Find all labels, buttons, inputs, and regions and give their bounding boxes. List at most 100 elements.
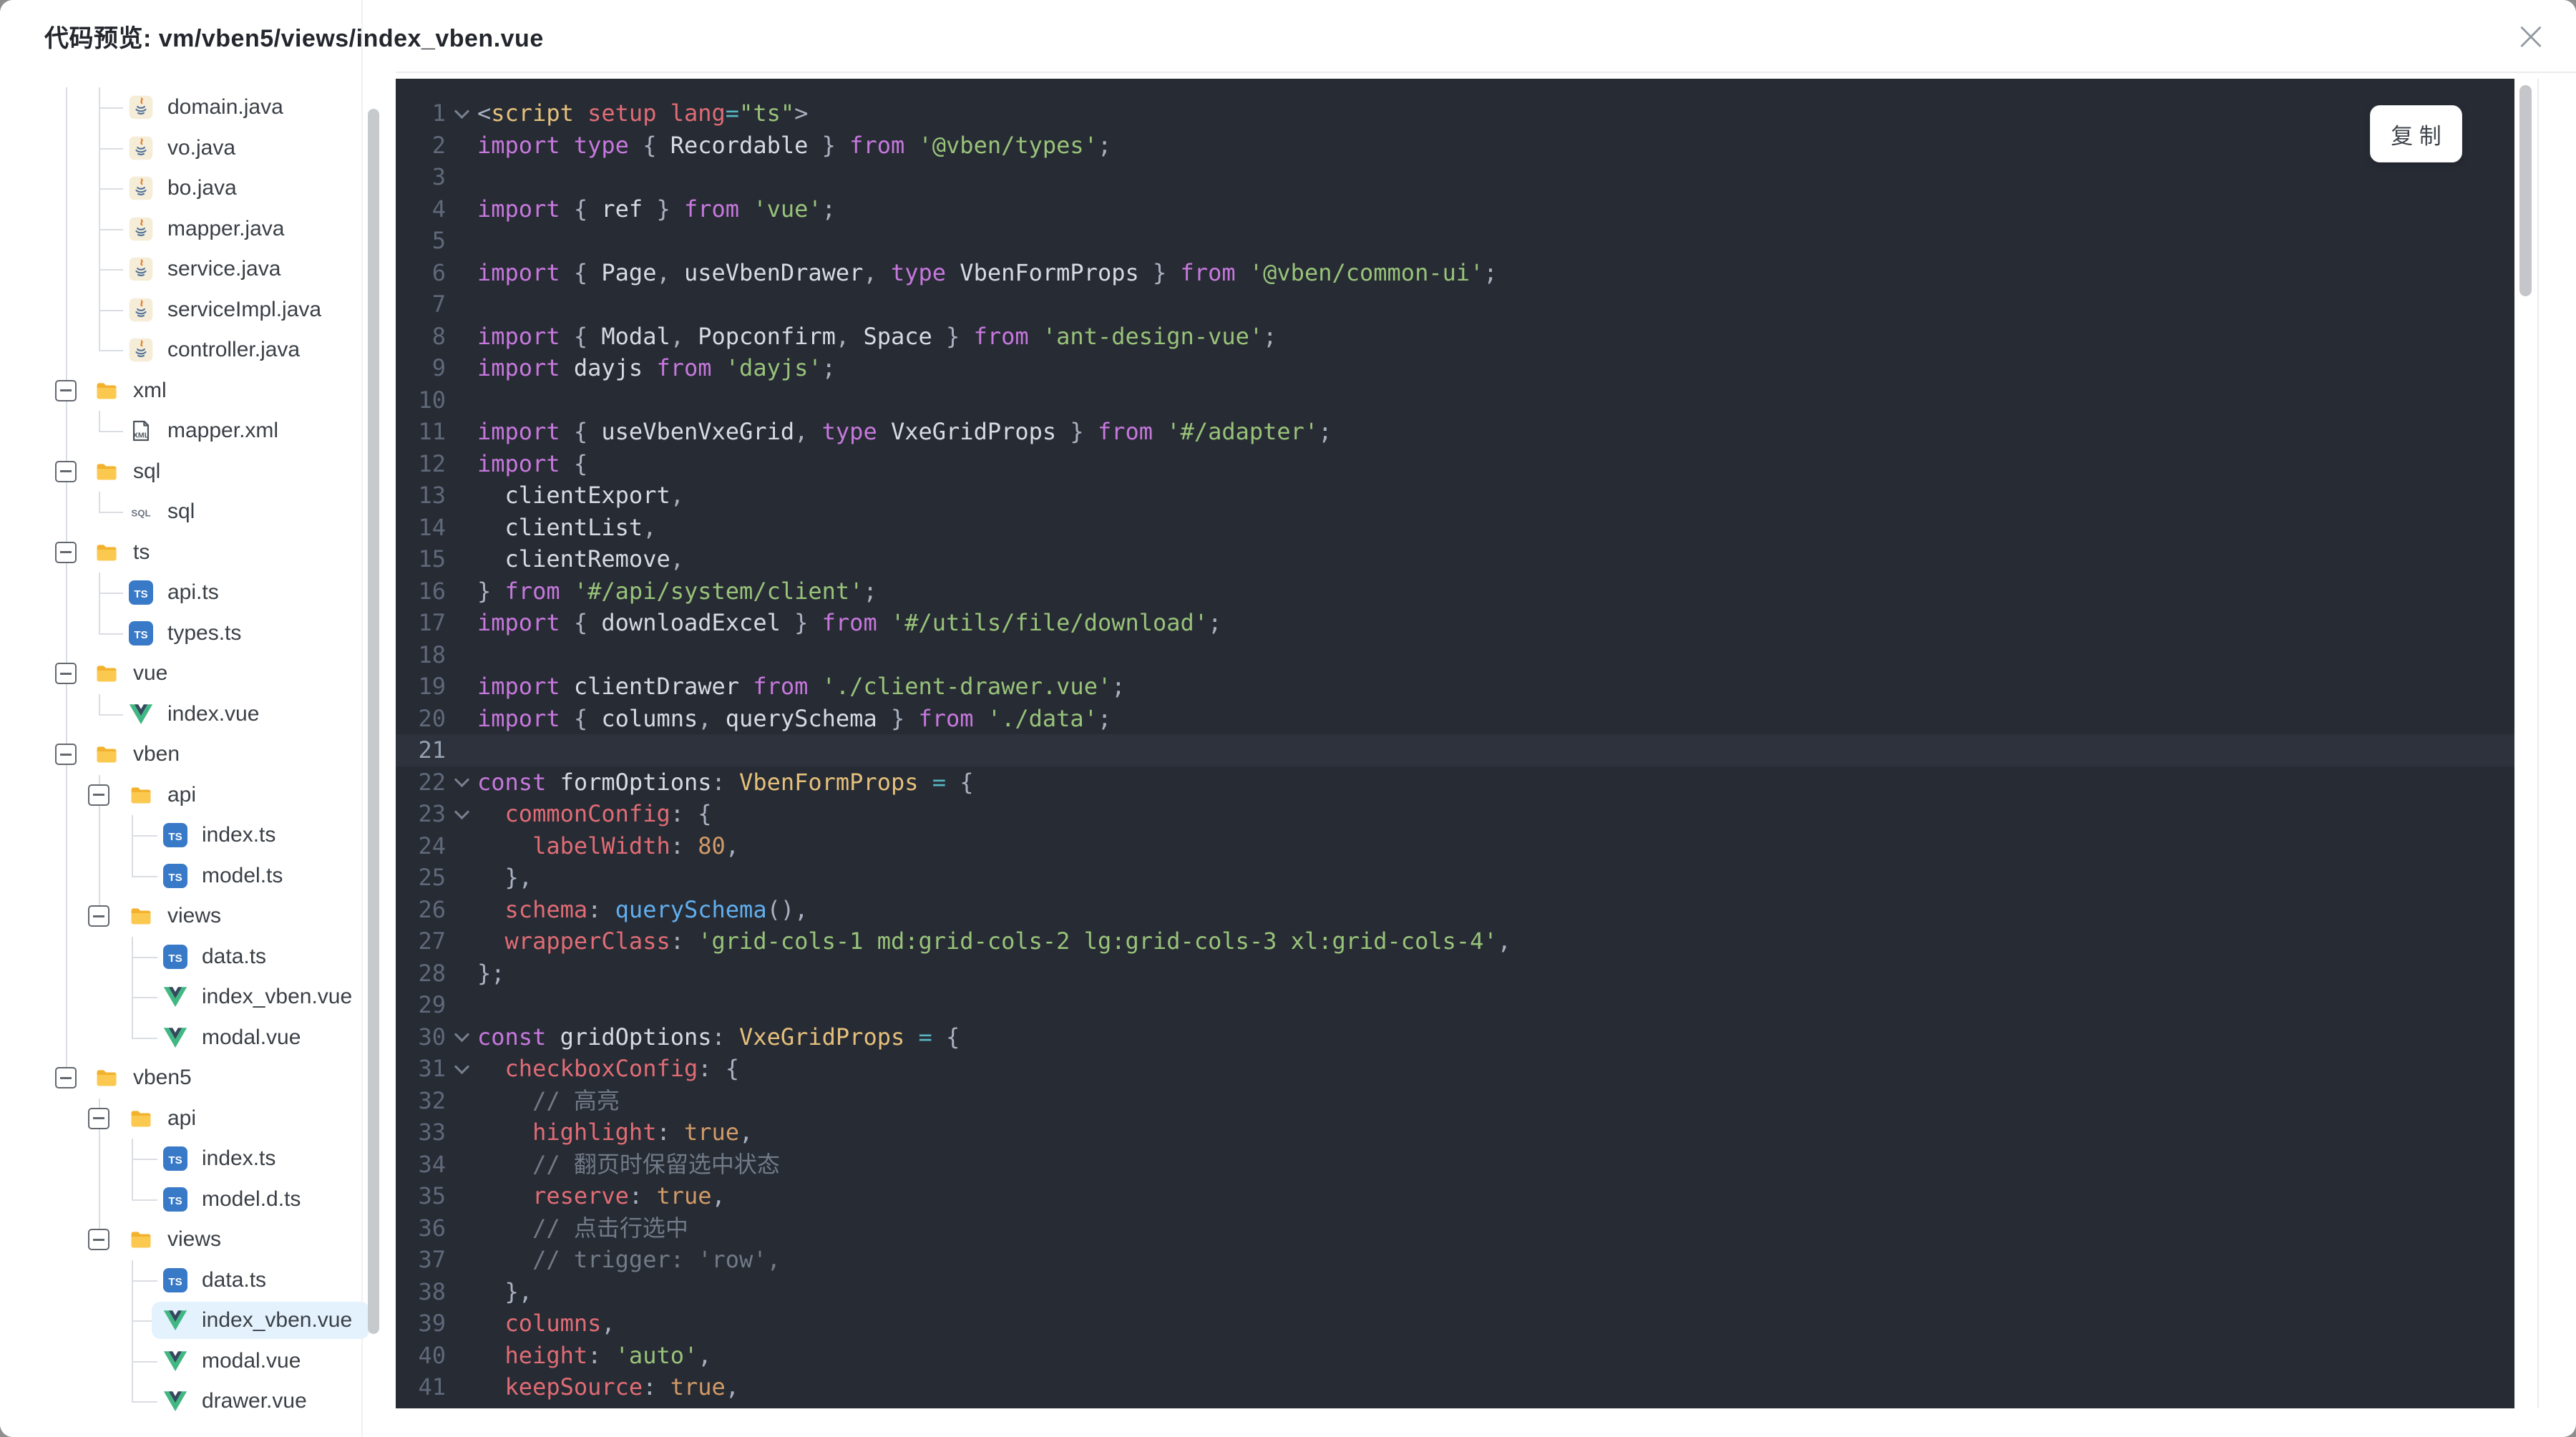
tree-item-xml[interactable]: xml — [83, 372, 184, 409]
code-line[interactable]: 41 keepSource: true, — [396, 1371, 2514, 1403]
tree-item-views[interactable]: views — [117, 897, 238, 935]
tree-item-modal.vue[interactable]: modal.vue — [152, 1019, 318, 1056]
tree-item-types.ts[interactable]: TS types.ts — [117, 615, 258, 652]
code-line[interactable]: 29 — [396, 989, 2514, 1021]
code-line[interactable]: 20 import { columns, querySchema } from '… — [396, 703, 2514, 735]
code-line[interactable]: 11 import { useVbenVxeGrid, type VxeGridP… — [396, 416, 2514, 448]
code-line[interactable]: 15 clientRemove, — [396, 543, 2514, 575]
folder-icon — [94, 1066, 119, 1090]
tree-item-index.ts[interactable]: TS index.ts — [152, 1140, 293, 1177]
tree-item-api[interactable]: api — [117, 1100, 213, 1137]
code-line[interactable]: 39 columns, — [396, 1307, 2514, 1340]
tree-item-vue[interactable]: vue — [83, 655, 185, 692]
code-line[interactable]: 1 <script setup lang="ts"> — [396, 97, 2514, 130]
tree-item-api[interactable]: api — [117, 776, 213, 814]
code-line[interactable]: 5 — [396, 225, 2514, 257]
tree-item-modal.vue[interactable]: modal.vue — [152, 1343, 318, 1380]
code-line[interactable]: 32 // 高亮 — [396, 1085, 2514, 1117]
tree-item-mapper.java[interactable]: mapper.java — [117, 210, 301, 248]
collapse-icon[interactable] — [88, 905, 109, 927]
code-line[interactable]: 23 commonConfig: { — [396, 798, 2514, 830]
code-line[interactable]: 19 import clientDrawer from './client-dra… — [396, 671, 2514, 703]
code-line[interactable]: 12 import { — [396, 448, 2514, 480]
tree-item-vo.java[interactable]: vo.java — [117, 130, 253, 167]
tree-item-vben5[interactable]: vben5 — [83, 1059, 209, 1096]
code-line[interactable]: 22 const formOptions: VbenFormProps = { — [396, 766, 2514, 799]
code-line[interactable]: 27 wrapperClass: 'grid-cols-1 md:grid-co… — [396, 925, 2514, 958]
tree-item-controller.java[interactable]: controller.java — [117, 331, 317, 369]
tree-item-sql[interactable]: SQL sql — [117, 493, 212, 530]
code-line[interactable]: 2 import type { Recordable } from '@vben/… — [396, 130, 2514, 162]
code-editor[interactable]: 1 <script setup lang="ts"> 2 import type { … — [396, 79, 2514, 1408]
tree-item-label: serviceImpl.java — [167, 297, 322, 321]
tree-item-model.d.ts[interactable]: TS model.d.ts — [152, 1181, 318, 1218]
fold-chevron-icon[interactable] — [446, 798, 477, 830]
copy-button[interactable]: 复 制 — [2370, 105, 2462, 162]
code-line[interactable]: 17 import { downloadExcel } from '#/utils… — [396, 607, 2514, 639]
line-number: 26 — [418, 895, 446, 923]
code-line[interactable]: 33 highlight: true, — [396, 1116, 2514, 1149]
code-line[interactable]: 14 clientList, — [396, 512, 2514, 544]
tree-item-data.ts[interactable]: TS data.ts — [152, 1262, 283, 1299]
fold-chevron-icon[interactable] — [446, 1053, 477, 1085]
code-line[interactable]: 18 — [396, 639, 2514, 671]
code-line[interactable]: 36 // 点击行选中 — [396, 1212, 2514, 1244]
tree-item-mapper.xml[interactable]: XML mapper.xml — [117, 412, 296, 449]
code-line[interactable]: 8 import { Modal, Popconfirm, Space } fro… — [396, 321, 2514, 353]
collapse-icon[interactable] — [55, 1067, 77, 1088]
tree-item-ts[interactable]: ts — [83, 534, 167, 571]
code-line[interactable]: 21 — [396, 734, 2514, 766]
tree-item-serviceImpl.java[interactable]: serviceImpl.java — [117, 291, 338, 328]
fold-chevron-icon[interactable] — [446, 1021, 477, 1053]
tree-item-model.ts[interactable]: TS model.ts — [152, 857, 300, 895]
code-line[interactable]: 4 import { ref } from 'vue'; — [396, 193, 2514, 225]
collapse-icon[interactable] — [88, 1229, 109, 1250]
tree-item-data.ts[interactable]: TS data.ts — [152, 938, 283, 975]
editor-scrollbar-thumb[interactable] — [2519, 85, 2532, 296]
collapse-icon[interactable] — [55, 663, 77, 684]
fold-chevron-icon[interactable] — [446, 97, 477, 130]
collapse-icon[interactable] — [55, 541, 77, 563]
tree-item-domain.java[interactable]: domain.java — [117, 89, 301, 126]
code-line[interactable]: 37 // trigger: 'row', — [396, 1244, 2514, 1276]
code-line[interactable]: 30 const gridOptions: VxeGridProps = { — [396, 1021, 2514, 1053]
code-line[interactable]: 26 schema: querySchema(), — [396, 894, 2514, 926]
code-line[interactable]: 7 — [396, 288, 2514, 321]
tree-item-bo.java[interactable]: bo.java — [117, 170, 254, 207]
code-line[interactable]: 24 labelWidth: 80, — [396, 830, 2514, 862]
code-line[interactable]: 34 // 翻页时保留选中状态 — [396, 1149, 2514, 1181]
code-line[interactable]: 16} from '#/api/system/client'; — [396, 575, 2514, 608]
tree-item-vben[interactable]: vben — [83, 736, 197, 773]
code-line[interactable]: 6 import { Page, useVbenDrawer, type Vben… — [396, 257, 2514, 289]
code-line[interactable]: 9 import dayjs from 'dayjs'; — [396, 352, 2514, 384]
code-line[interactable]: 25 }, — [396, 862, 2514, 894]
code-line[interactable]: 13 clientExport, — [396, 479, 2514, 512]
tree-item-index.vue[interactable]: index.vue — [117, 696, 276, 733]
code-line[interactable]: 10 — [396, 384, 2514, 417]
tree-item-label: vben5 — [133, 1066, 192, 1089]
code-line[interactable]: 40 height: 'auto', — [396, 1340, 2514, 1372]
tree-item-service.java[interactable]: service.java — [117, 250, 298, 288]
collapse-icon[interactable] — [88, 1107, 109, 1129]
tree-item-api.ts[interactable]: TS api.ts — [117, 574, 236, 611]
tree-item-sql[interactable]: sql — [83, 453, 177, 490]
tree-item-drawer.vue[interactable]: drawer.vue — [152, 1383, 324, 1420]
tree-item-views[interactable]: views — [117, 1221, 238, 1258]
code-line[interactable]: 31 checkboxConfig: { — [396, 1053, 2514, 1085]
code-line[interactable]: 28}; — [396, 958, 2514, 990]
collapse-icon[interactable] — [55, 379, 77, 401]
line-number: 20 — [418, 704, 446, 732]
collapse-icon[interactable] — [55, 460, 77, 482]
close-icon[interactable]: × — [2506, 0, 2556, 72]
fold-chevron-icon[interactable] — [446, 766, 477, 799]
tree-item-index_vben.vue[interactable]: index_vben.vue — [152, 978, 369, 1015]
code-line[interactable]: 3 — [396, 161, 2514, 193]
tree-item-index_vben.vue[interactable]: index_vben.vue — [152, 1302, 370, 1339]
tree-scrollbar-thumb[interactable] — [368, 109, 379, 1334]
collapse-icon[interactable] — [88, 784, 109, 806]
code-line[interactable]: 35 reserve: true, — [396, 1180, 2514, 1212]
tree-item-index.ts[interactable]: TS index.ts — [152, 817, 293, 854]
collapse-icon[interactable] — [55, 744, 77, 765]
code-line[interactable]: 38 }, — [396, 1276, 2514, 1308]
